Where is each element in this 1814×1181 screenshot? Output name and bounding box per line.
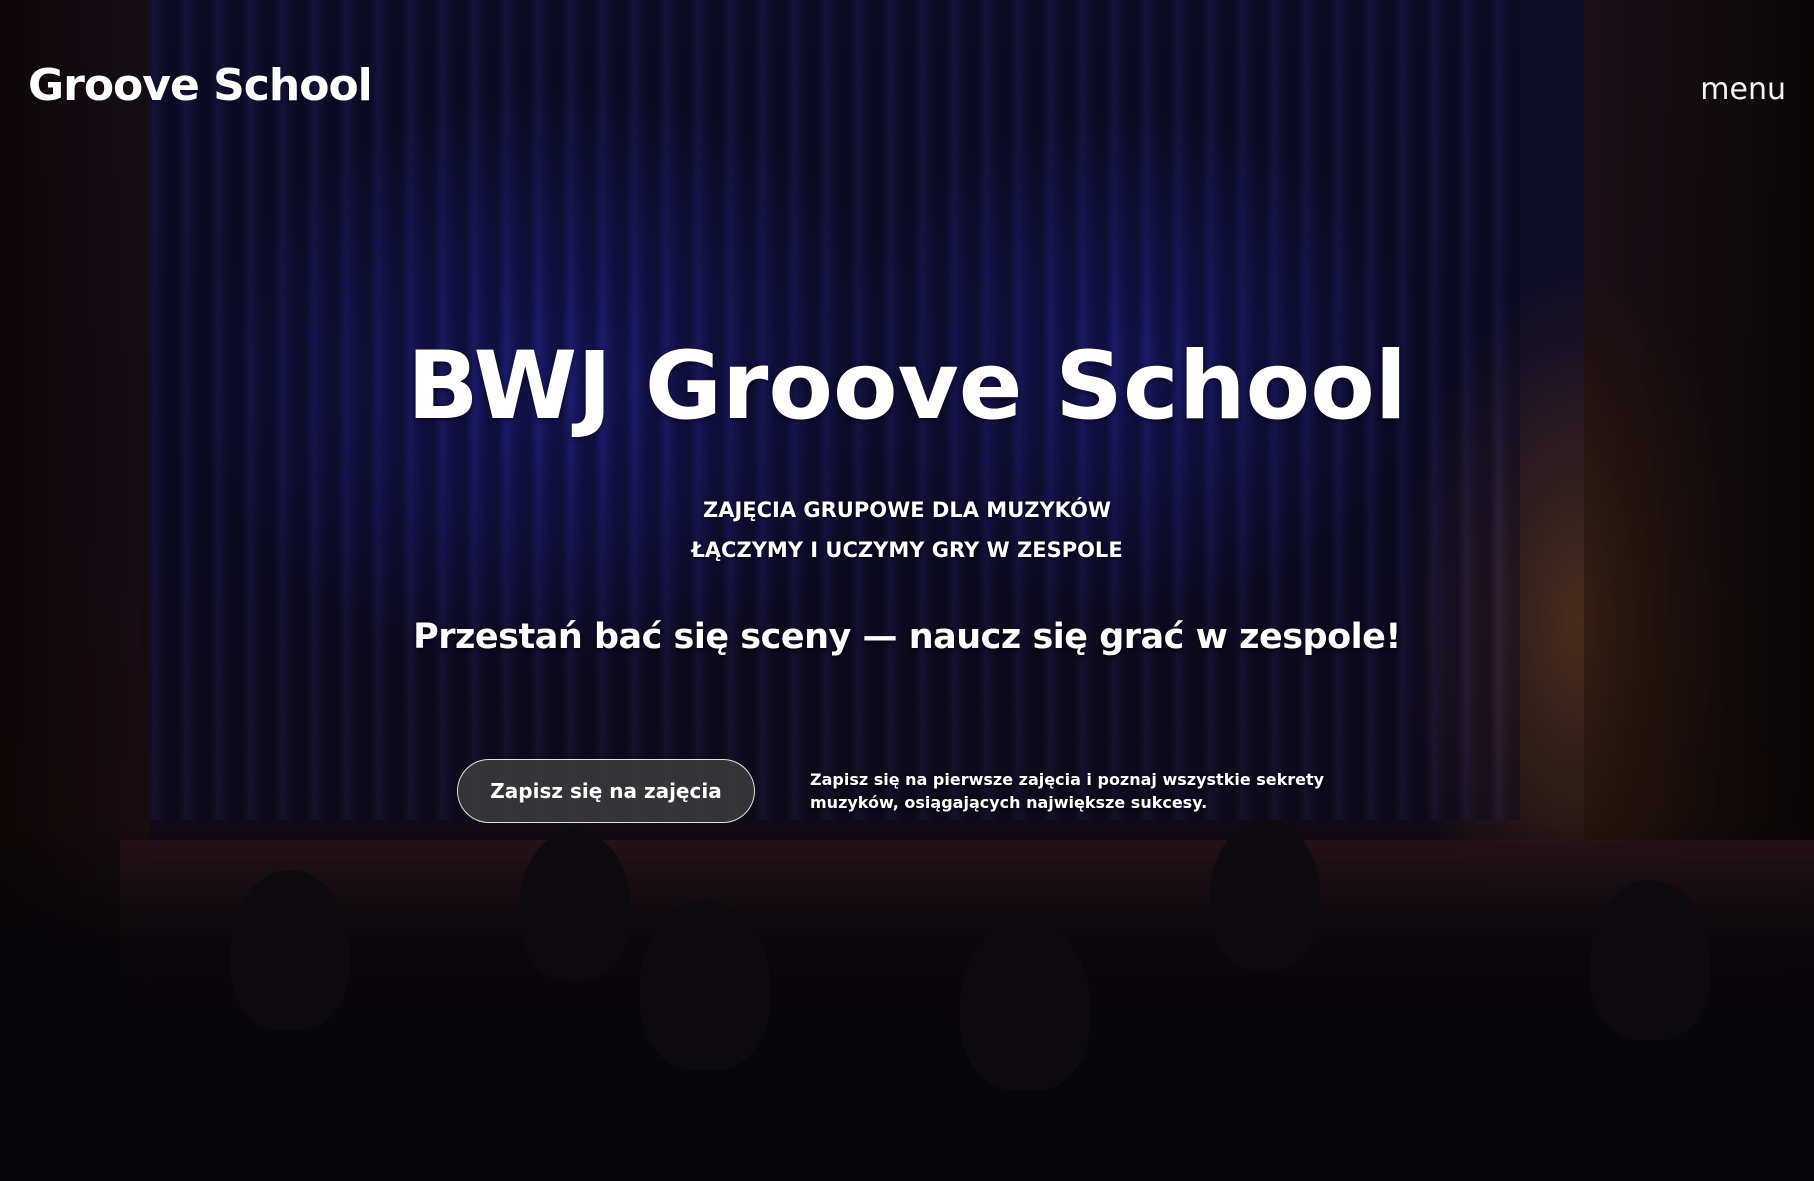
signup-description: Zapisz się na pierwsze zajęcia i poznaj … — [810, 770, 1325, 812]
tagline: Przestań bać się sceny — naucz się grać … — [413, 617, 1401, 657]
signup-button[interactable]: Zapisz się na zajęcia — [457, 759, 755, 823]
subtitle-line-2: ŁĄCZYMY I UCZYMY GRY W ZESPOLE — [691, 538, 1123, 562]
signup-button-label: Zapisz się na zajęcia — [490, 779, 722, 803]
dark-overlay — [0, 0, 1814, 1181]
site-logo[interactable]: Groove School — [28, 60, 373, 111]
hero-section: Groove School menu BWJ Groove School ZAJ… — [0, 0, 1814, 1181]
subtitle-line-1: ZAJĘCIA GRUPOWE DLA MUZYKÓW — [702, 498, 1112, 522]
page-title: BWJ Groove School — [406, 332, 1408, 441]
menu-button[interactable]: menu — [1700, 72, 1786, 107]
